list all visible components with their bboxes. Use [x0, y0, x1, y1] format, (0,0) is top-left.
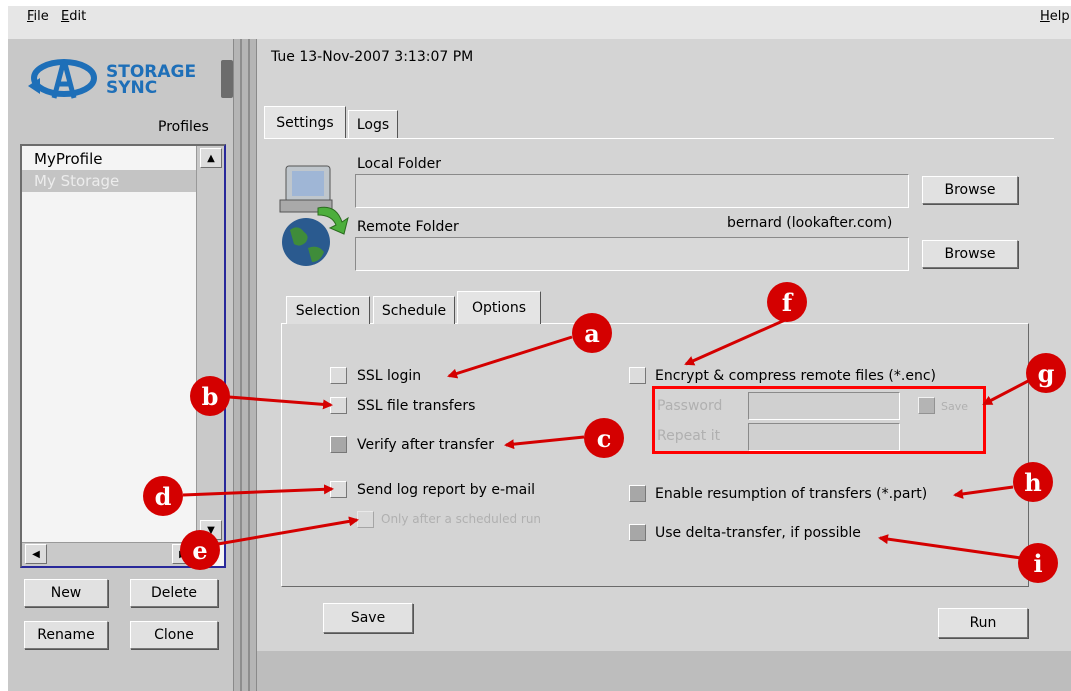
arrow-i: [878, 534, 1022, 560]
annotation-badge-g: g: [1026, 353, 1066, 393]
annotation-badge-h: h: [1013, 462, 1053, 502]
annotation-badge-a: a: [572, 313, 612, 353]
annotation-badge-c: c: [584, 418, 624, 458]
arrow-d: [182, 484, 334, 497]
arrow-a: [447, 335, 573, 379]
annotation-badge-b: b: [190, 376, 230, 416]
annotation-arrows: [182, 318, 1031, 560]
arrow-g: [982, 378, 1031, 406]
annotation-badge-d: d: [143, 476, 183, 516]
annotation-badge-e: e: [180, 530, 220, 570]
arrow-e: [217, 516, 359, 546]
arrow-h: [953, 485, 1014, 499]
annotation-badge-f: f: [767, 282, 807, 322]
annotation-badge-i: i: [1018, 543, 1058, 583]
arrow-f: [684, 318, 786, 366]
arrow-c: [504, 435, 585, 450]
arrow-b: [228, 395, 333, 410]
